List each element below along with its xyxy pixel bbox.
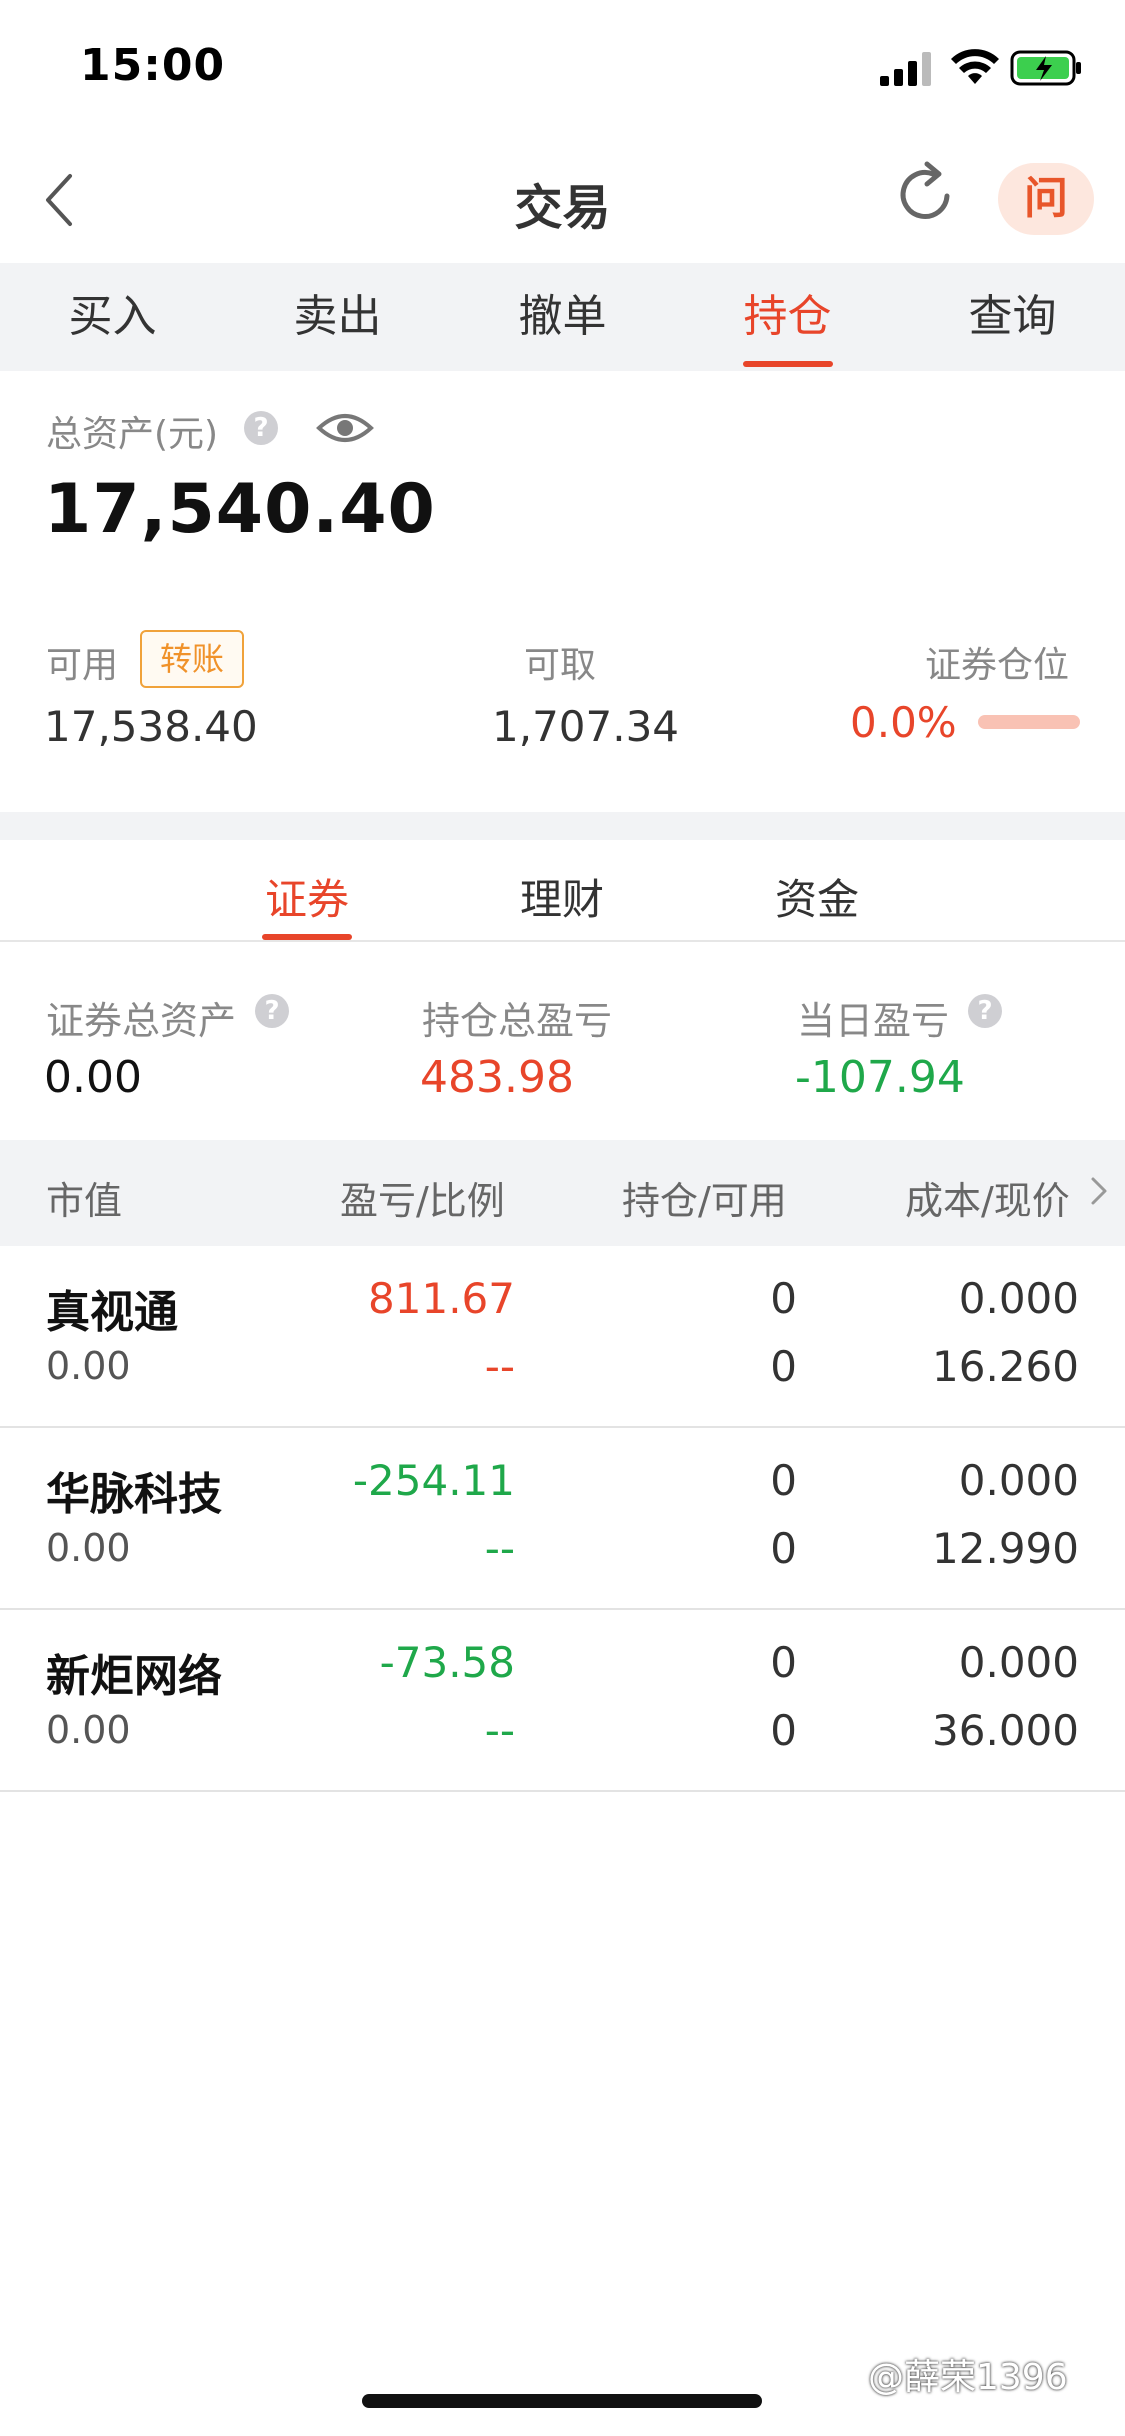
- holding-quantity: 0: [770, 1638, 797, 1687]
- watermark: @薛荣1396: [868, 2357, 1068, 2398]
- available-quantity: 0: [770, 1524, 797, 1573]
- available-value: 17,538.40: [44, 702, 258, 751]
- refresh-icon[interactable]: [895, 160, 959, 228]
- stock-name: 真视通: [46, 1287, 178, 1338]
- chevron-right-icon[interactable]: [1090, 1176, 1108, 1206]
- transfer-button[interactable]: 转账: [140, 630, 244, 688]
- available-quantity: 0: [770, 1342, 797, 1391]
- table-row[interactable]: 华脉科技 0.00 -254.11 -- 0 0 0.000 12.990: [0, 1428, 1125, 1608]
- profit-loss: -254.11: [352, 1456, 515, 1505]
- status-time: 15:00: [80, 40, 226, 91]
- table-row[interactable]: 新炬网络 0.00 -73.58 -- 0 0 0.000 36.000: [0, 1610, 1125, 1790]
- holding-pl-value: 483.98: [420, 1052, 574, 1103]
- market-value: 0.00: [46, 1708, 131, 1752]
- stock-name: 新炬网络: [46, 1651, 222, 1702]
- available-quantity: 0: [770, 1706, 797, 1755]
- holding-quantity: 0: [770, 1456, 797, 1505]
- profit-loss-ratio: --: [484, 1524, 515, 1573]
- daily-pl-label: 当日盈亏: [797, 999, 950, 1043]
- eye-icon[interactable]: [316, 408, 374, 448]
- stock-name: 华脉科技: [46, 1469, 222, 1520]
- tab-buy[interactable]: 买入: [0, 263, 225, 371]
- withdrawable-label: 可取: [524, 645, 597, 686]
- cost-price: 0.000: [958, 1274, 1079, 1323]
- col-cost-price[interactable]: 成本/现价: [905, 1170, 1070, 1225]
- current-price: 36.000: [932, 1706, 1079, 1755]
- col-holding-available: 持仓/可用: [622, 1179, 787, 1223]
- help-icon[interactable]: ?: [255, 994, 289, 1028]
- withdrawable-value: 1,707.34: [492, 702, 680, 751]
- market-value: 0.00: [46, 1344, 131, 1388]
- total-assets-value: 17,540.40: [44, 470, 436, 549]
- home-indicator[interactable]: [362, 2394, 762, 2408]
- col-market-value: 市值: [46, 1179, 123, 1223]
- daily-pl-value: -107.94: [795, 1052, 965, 1103]
- wifi-icon: [951, 49, 999, 84]
- current-price: 12.990: [932, 1524, 1079, 1573]
- tab-funds[interactable]: 资金: [775, 866, 859, 927]
- cellular-signal-icon: [880, 52, 931, 86]
- help-icon[interactable]: ?: [244, 411, 278, 445]
- col-pl-ratio: 盈亏/比例: [340, 1179, 505, 1223]
- tab-securities[interactable]: 证券: [265, 866, 349, 927]
- divider: [0, 940, 1125, 942]
- table-row[interactable]: 真视通 0.00 811.67 -- 0 0 0.000 16.260: [0, 1246, 1125, 1426]
- row-divider: [0, 1790, 1125, 1792]
- section-divider: [0, 812, 1125, 840]
- current-price: 16.260: [932, 1342, 1079, 1391]
- profit-loss: -73.58: [379, 1638, 515, 1687]
- cost-price: 0.000: [958, 1456, 1079, 1505]
- profit-loss: 811.67: [368, 1274, 515, 1323]
- battery-charging-icon: [1010, 50, 1081, 86]
- tab-sell[interactable]: 卖出: [225, 263, 450, 371]
- total-assets-label: 总资产(元): [46, 414, 219, 455]
- holding-quantity: 0: [770, 1274, 797, 1323]
- securities-total-label: 证券总资产: [46, 999, 237, 1043]
- help-icon[interactable]: ?: [968, 994, 1002, 1028]
- tab-query[interactable]: 查询: [900, 263, 1125, 371]
- tab-cancel-order[interactable]: 撤单: [450, 263, 675, 371]
- tab-positions[interactable]: 持仓: [675, 263, 900, 371]
- position-ratio-value: 0.0%: [850, 698, 957, 747]
- profit-loss-ratio: --: [484, 1706, 515, 1755]
- position-ratio-label: 证券仓位: [925, 645, 1070, 686]
- position-ratio-bar: [978, 715, 1080, 729]
- ask-button[interactable]: 问: [998, 163, 1094, 235]
- market-value: 0.00: [46, 1526, 131, 1570]
- securities-total-value: 0.00: [44, 1052, 142, 1103]
- trade-tabs: 买入 卖出 撤单 持仓 查询: [0, 263, 1125, 371]
- tab-wealth-management[interactable]: 理财: [520, 866, 604, 927]
- cost-price: 0.000: [958, 1638, 1079, 1687]
- available-label: 可用: [46, 645, 119, 686]
- holding-pl-label: 持仓总盈亏: [422, 999, 613, 1043]
- profit-loss-ratio: --: [484, 1342, 515, 1391]
